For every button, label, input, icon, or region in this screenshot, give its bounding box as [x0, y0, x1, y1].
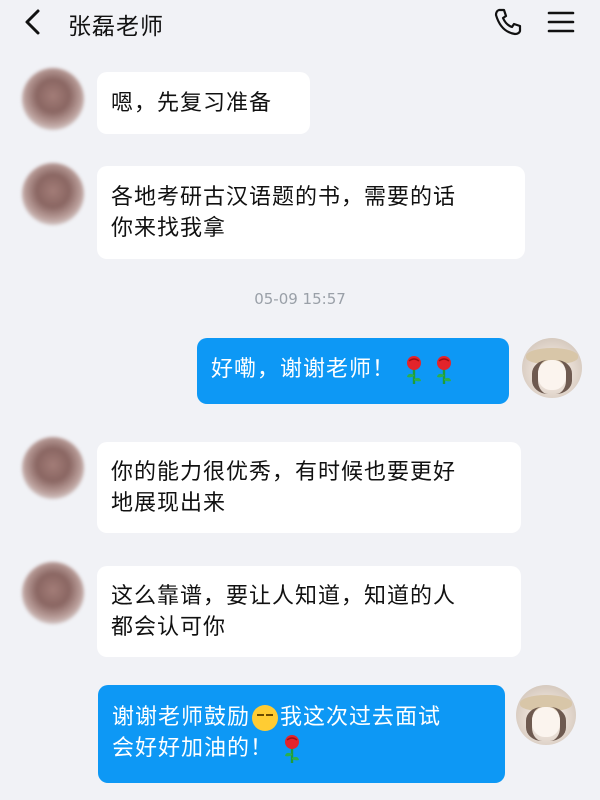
- message-bubble-incoming[interactable]: 嗯，先复习准备: [97, 72, 310, 134]
- chat-header: 张磊老师: [0, 0, 600, 44]
- chat-title: 张磊老师: [68, 14, 164, 40]
- phone-icon[interactable]: [492, 6, 524, 38]
- message-line: 会好好加油的！: [112, 733, 491, 764]
- pensive-face-emoji-icon: [252, 705, 279, 731]
- message-text: 各地考研古汉语题的书，需要的话: [111, 185, 457, 210]
- rose-emoji-icon: [437, 356, 452, 384]
- teacher-avatar[interactable]: [22, 163, 84, 225]
- message-bubble-incoming[interactable]: 各地考研古汉语题的书，需要的话 你来找我拿: [97, 166, 525, 259]
- teacher-avatar[interactable]: [22, 562, 84, 624]
- message-text: 你的能力很优秀，有时候也要更好: [111, 460, 457, 485]
- message-text: 会好好加油的！: [112, 736, 274, 761]
- avatar-face: [538, 360, 566, 390]
- rose-emoji-icon: [285, 735, 300, 763]
- message-line: 好嘞，谢谢老师！: [211, 354, 495, 385]
- message-bubble-incoming[interactable]: 这么靠谱，要让人知道，知道的人 都会认可你: [97, 566, 521, 657]
- message-text: 你来找我拿: [111, 216, 227, 241]
- message-bubble-outgoing[interactable]: 谢谢老师鼓励 我这次过去面试 会好好加油的！: [98, 685, 505, 783]
- back-arrow-icon[interactable]: [18, 6, 50, 38]
- message-text: 都会认可你: [111, 615, 227, 640]
- message-line: 谢谢老师鼓励 我这次过去面试: [112, 702, 491, 733]
- my-avatar[interactable]: [522, 338, 582, 398]
- message-text: 谢谢老师鼓励: [112, 705, 251, 730]
- timestamp: 05-09 15:57: [254, 290, 346, 308]
- teacher-avatar[interactable]: [22, 68, 84, 130]
- message-bubble-incoming[interactable]: 你的能力很优秀，有时候也要更好 地展现出来: [97, 442, 521, 533]
- rose-emoji-icon: [407, 356, 422, 384]
- message-text: 我这次过去面试: [280, 705, 442, 730]
- message-text: 地展现出来: [111, 491, 227, 516]
- message-text: 嗯，先复习准备: [111, 91, 273, 116]
- avatar-face: [532, 707, 560, 737]
- message-text: 好嘞，谢谢老师！: [211, 357, 396, 382]
- teacher-avatar[interactable]: [22, 437, 84, 499]
- my-avatar[interactable]: [516, 685, 576, 745]
- message-text: 这么靠谱，要让人知道，知道的人: [111, 584, 457, 609]
- menu-icon[interactable]: [545, 6, 577, 38]
- message-bubble-outgoing[interactable]: 好嘞，谢谢老师！: [197, 338, 509, 404]
